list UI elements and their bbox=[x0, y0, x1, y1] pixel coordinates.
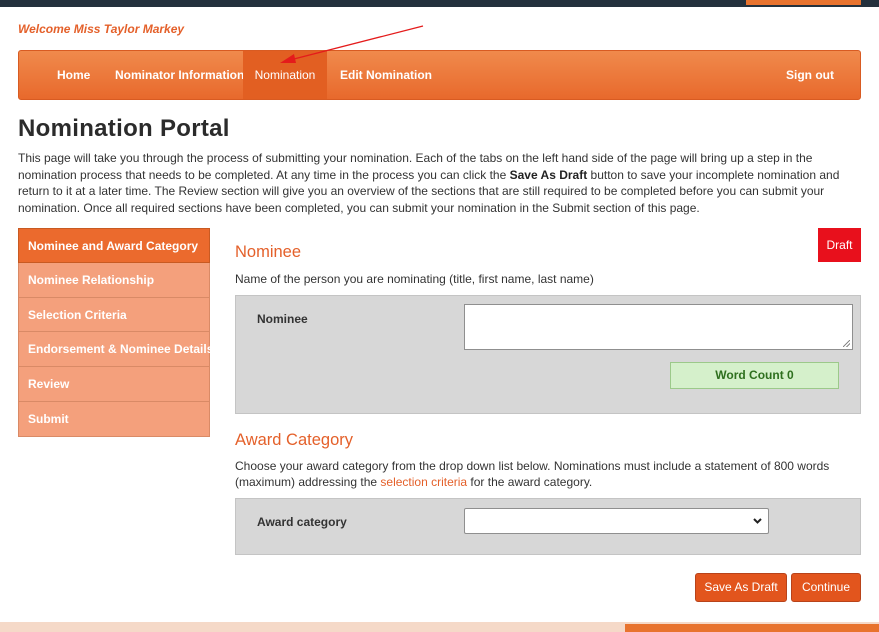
page-title: Nomination Portal bbox=[18, 115, 230, 142]
welcome-message: Welcome Miss Taylor Markey bbox=[18, 22, 185, 36]
nominee-panel: Nominee Word Count 0 bbox=[235, 295, 861, 414]
top-bar bbox=[0, 0, 879, 7]
nav-nominator-information[interactable]: Nominator Information bbox=[115, 51, 244, 99]
sidebar-item-submit[interactable]: Submit bbox=[18, 401, 210, 437]
continue-button[interactable]: Continue bbox=[791, 573, 861, 602]
nominee-section-description: Name of the person you are nominating (t… bbox=[235, 272, 594, 286]
nav-sign-out[interactable]: Sign out bbox=[786, 51, 834, 99]
sidebar-item-endorsement-nominee-details[interactable]: Endorsement & Nominee Details bbox=[18, 332, 213, 368]
top-bar-accent bbox=[746, 0, 861, 5]
footer-accent bbox=[625, 624, 879, 632]
sidebar-item-nominee-relationship[interactable]: Nominee Relationship bbox=[18, 262, 210, 298]
arrow-line bbox=[289, 25, 424, 61]
sidebar-item-review[interactable]: Review bbox=[18, 367, 210, 402]
red-arrow-annotation bbox=[280, 25, 424, 63]
arrow-head bbox=[280, 54, 296, 63]
intro-text-bold: Save As Draft bbox=[509, 167, 588, 182]
step-sidebar: Nominee and Award Category Nominee Relat… bbox=[18, 228, 213, 437]
award-category-label: Award category bbox=[257, 515, 347, 529]
award-panel: Award category bbox=[235, 498, 861, 555]
selection-criteria-link[interactable]: selection criteria bbox=[380, 475, 467, 489]
save-as-draft-button[interactable]: Save As Draft bbox=[695, 573, 787, 602]
resize-grip-icon[interactable] bbox=[843, 340, 850, 347]
award-category-select[interactable] bbox=[464, 508, 769, 534]
award-description-part2: for the award category. bbox=[467, 475, 593, 489]
award-section-title: Award Category bbox=[235, 431, 354, 449]
intro-text: This page will take you through the proc… bbox=[18, 150, 861, 216]
word-count-badge: Word Count 0 bbox=[670, 362, 839, 389]
sidebar-item-selection-criteria[interactable]: Selection Criteria bbox=[18, 297, 210, 333]
main-nav: Home Nominator Information Nomination Ed… bbox=[18, 50, 861, 100]
nominee-textarea[interactable] bbox=[464, 304, 853, 350]
draft-status-badge: Draft bbox=[818, 228, 861, 262]
award-section-description: Choose your award category from the drop… bbox=[235, 458, 845, 490]
nav-home[interactable]: Home bbox=[57, 51, 90, 99]
nominee-section-title: Nominee bbox=[235, 243, 302, 261]
chevron-down-icon bbox=[753, 518, 762, 524]
nominee-field-label: Nominee bbox=[257, 312, 308, 326]
sidebar-item-nominee-and-award-category[interactable]: Nominee and Award Category bbox=[18, 228, 210, 263]
